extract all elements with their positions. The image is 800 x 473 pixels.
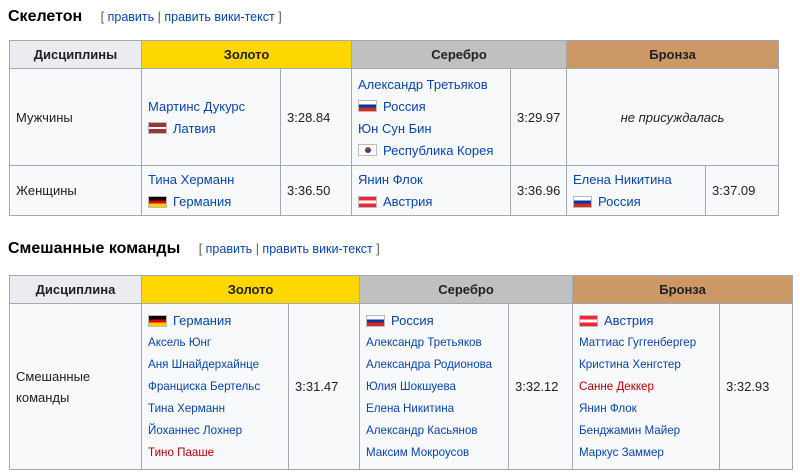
women-silver-time: 3:36.96 [510,165,568,216]
russia-flag-icon [366,314,386,327]
women-silver-athlete-link[interactable]: Янин Флок [358,172,423,187]
mixed-gold-time: 3:31.47 [287,303,361,470]
mixed-silver-time: 3:32.12 [508,303,574,470]
mixed-silver-member-link[interactable]: Александр Касьянов [366,424,478,437]
germany-flag-icon [148,195,167,208]
mixed-silver-member-link[interactable]: Елена Никитина [366,402,454,415]
skeleton-edit-link[interactable]: править [108,10,155,24]
mixed-bronze-cell: Австрия Маттиас Гуггенбергер Кристина Хе… [572,303,721,470]
women-gold-athlete-link[interactable]: Тина Херманн [148,172,234,187]
skeleton-table: Дисциплины Золото Серебро Бронза Мужчины… [9,40,780,216]
row-label-men: Мужчины [9,68,142,166]
mixed-gold-member-link[interactable]: Аня Шнайдерхайнце [148,358,259,371]
mixed-edit-source-link[interactable]: править вики-текст [262,242,372,256]
women-bronze-cell: Елена Никитина Россия [566,165,707,216]
women-gold-cell: Тина Херманн Германия [141,165,281,216]
col-header-silver: Серебро [359,275,574,304]
mixed-bronze-member-link[interactable]: Бенджамин Майер [579,424,680,437]
skeleton-edit-links: [ править | править вики-текст ] [100,10,282,24]
austria-flag-icon [579,314,599,327]
table-header-row: Дисциплины Золото Серебро Бронза [9,40,780,69]
latvia-flag-icon [148,122,167,134]
women-bronze-time: 3:37.09 [705,165,780,216]
table-row-men: Мужчины Мартинс Дукурс Латвия 3:28.84 Ал… [9,68,780,166]
women-gold-time: 3:36.50 [279,165,353,216]
women-bronze-athlete-link[interactable]: Елена Никитина [573,172,672,187]
austria-flag-icon [358,195,378,208]
mixed-gold-member-link[interactable]: Аксель Юнг [148,336,211,349]
col-header-bronze: Бронза [566,40,780,69]
men-silver-country-link-1[interactable]: Россия [383,99,426,114]
col-header-bronze: Бронза [572,275,794,304]
table-row-women: Женщины Тина Херманн Германия 3:36.50 Ян… [9,165,780,216]
table-header-row: Дисциплина Золото Серебро Бронза [9,275,794,304]
mixed-silver-member-link[interactable]: Александр Третьяков [366,336,482,349]
germany-flag-icon [148,314,167,327]
women-silver-cell: Янин Флок Австрия [351,165,512,216]
mixed-silver-country-link[interactable]: Россия [391,313,434,328]
women-gold-country-link[interactable]: Германия [173,194,231,209]
women-bronze-country-link[interactable]: Россия [598,194,641,209]
mixed-gold-member-link[interactable]: Йоханнес Лохнер [148,424,242,437]
mixed-heading: Смешанные команды [ править | править ви… [8,240,380,258]
russia-flag-icon [358,100,378,112]
col-header-gold: Золото [140,40,353,69]
russia-flag-icon [573,195,593,208]
skeleton-title: Скелетон [8,8,83,25]
col-header-silver: Серебро [351,40,568,69]
mixed-gold-member-link[interactable]: Франциска Бертельс [148,380,260,393]
mixed-bronze-member-link[interactable]: Кристина Хенгстер [579,358,681,371]
row-label-mixed: Смешанные команды [9,303,142,470]
mixed-silver-member-link[interactable]: Максим Мокроусов [366,446,469,459]
men-gold-cell: Мартинс Дукурс Латвия [141,68,281,166]
mixed-title: Смешанные команды [8,240,181,257]
mixed-edit-links: [ править | править вики-текст ] [198,242,380,256]
skeleton-edit-source-link[interactable]: править вики-текст [164,10,274,24]
men-bronze-not-awarded: не присуждалась [566,68,780,166]
men-gold-athlete-link[interactable]: Мартинс Дукурс [148,99,245,114]
mixed-table: Дисциплина Золото Серебро Бронза Смешанн… [9,275,794,470]
men-silver-athlete-link-1[interactable]: Александр Третьяков [358,77,488,92]
mixed-edit-link[interactable]: править [206,242,253,256]
women-silver-country-link[interactable]: Австрия [383,194,432,209]
mixed-gold-member-link[interactable]: Тина Херманн [148,402,225,415]
men-silver-country-link-2[interactable]: Республика Корея [383,143,493,158]
mixed-silver-member-link[interactable]: Александра Родионова [366,358,492,371]
mixed-bronze-member-link[interactable]: Янин Флок [579,402,637,415]
row-label-women: Женщины [9,165,142,216]
south-korea-flag-icon [358,144,378,156]
col-header-gold: Золото [140,275,361,304]
skeleton-heading: Скелетон [ править | править вики-текст … [8,8,282,26]
mixed-gold-member-redlink[interactable]: Тино Пааше [148,446,214,459]
mixed-silver-cell: Россия Александр Третьяков Александра Ро… [359,303,510,470]
men-gold-time: 3:28.84 [279,68,353,166]
mixed-bronze-country-link[interactable]: Австрия [604,313,653,328]
men-silver-cell: Александр Третьяков Россия Юн Сун Бин Ре… [351,68,512,166]
men-silver-athlete-link-2[interactable]: Юн Сун Бин [358,121,432,136]
mixed-gold-country-link[interactable]: Германия [173,313,231,328]
mixed-silver-member-link[interactable]: Юлия Шокшуева [366,380,456,393]
table-row-mixed: Смешанные команды Германия Аксель Юнг Ан… [9,303,794,470]
mixed-bronze-member-link[interactable]: Маркус Заммер [579,446,664,459]
men-gold-country-link[interactable]: Латвия [173,121,216,136]
mixed-bronze-time: 3:32.93 [719,303,794,470]
mixed-bronze-member-redlink[interactable]: Санне Деккер [579,380,654,393]
men-silver-time: 3:29.97 [510,68,568,166]
col-header-discipline: Дисциплина [9,275,142,304]
mixed-gold-cell: Германия Аксель Юнг Аня Шнайдерхайнце Фр… [141,303,289,470]
col-header-discipline: Дисциплины [9,40,142,69]
mixed-bronze-member-link[interactable]: Маттиас Гуггенбергер [579,336,696,349]
